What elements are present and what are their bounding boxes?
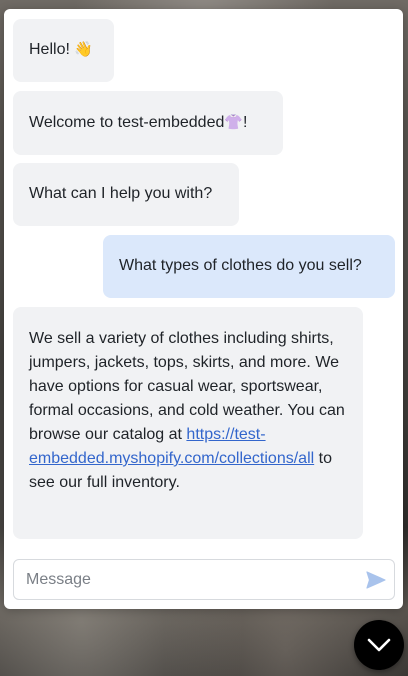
bot-message-greeting: Hello! 👋 [13, 19, 114, 82]
bot-message-help: What can I help you with? [13, 163, 239, 226]
send-button[interactable] [358, 562, 394, 598]
message-text: What can I help you with? [29, 185, 213, 202]
bot-message-welcome: Welcome to test-embedded👚! [13, 91, 283, 155]
chevron-down-icon [367, 638, 391, 652]
message-text: Hello! [29, 41, 75, 58]
waving-hand-emoji: 👋 [74, 41, 94, 58]
chat-toggle-button[interactable] [354, 620, 404, 670]
message-text-suffix: ! [243, 114, 248, 131]
shirt-emoji: 👚 [224, 114, 244, 131]
message-composer [13, 559, 395, 600]
message-text: What types of clothes do you sell? [119, 257, 362, 274]
send-icon [366, 570, 386, 589]
message-list: Hello! 👋 Welcome to test-embedded👚! What… [4, 9, 403, 554]
message-input[interactable] [14, 560, 358, 599]
user-message: What types of clothes do you sell? [103, 235, 395, 298]
chat-widget: Hello! 👋 Welcome to test-embedded👚! What… [4, 9, 403, 609]
bot-message-answer: We sell a variety of clothes including s… [13, 307, 363, 539]
message-text: Welcome to test-embedded [29, 114, 225, 131]
